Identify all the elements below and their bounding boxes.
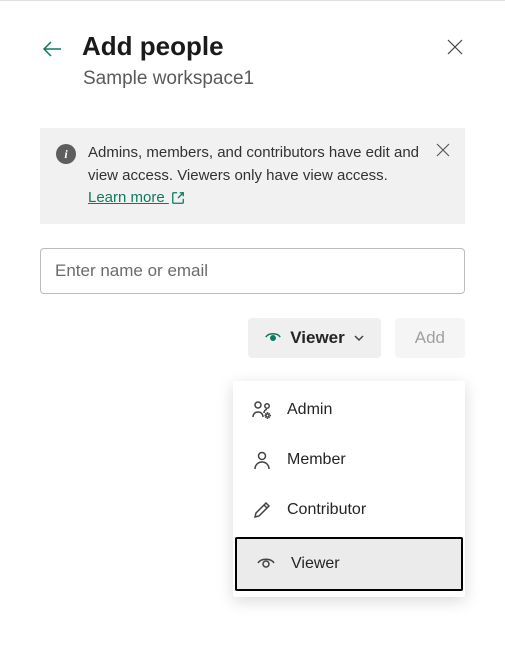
role-dropdown-menu: Admin Member Contributor Viewer (233, 381, 465, 597)
role-option-viewer[interactable]: Viewer (235, 537, 463, 591)
dismiss-banner-icon[interactable] (435, 142, 451, 158)
info-icon: i (56, 144, 76, 164)
role-dropdown-button[interactable]: Viewer (248, 318, 381, 358)
contributor-icon (251, 499, 273, 521)
role-option-label: Member (287, 451, 346, 469)
role-option-member[interactable]: Member (233, 435, 465, 485)
add-button-label: Add (415, 328, 445, 347)
chevron-down-icon (353, 332, 365, 344)
role-option-label: Contributor (287, 501, 366, 519)
add-button[interactable]: Add (395, 318, 465, 358)
action-row: Viewer Add (40, 318, 465, 358)
info-message: Admins, members, and contributors have e… (88, 144, 419, 184)
role-selected-label: Viewer (290, 328, 345, 348)
admin-icon (251, 399, 273, 421)
info-text: Admins, members, and contributors have e… (88, 142, 449, 210)
role-option-contributor[interactable]: Contributor (233, 485, 465, 535)
dialog-header: Add people (40, 31, 465, 62)
workspace-subtitle: Sample workspace1 (83, 68, 465, 90)
learn-more-text: Learn more (88, 189, 169, 206)
external-link-icon (171, 191, 185, 205)
role-option-label: Viewer (291, 555, 340, 573)
close-icon[interactable] (445, 37, 465, 57)
info-banner: i Admins, members, and contributors have… (40, 128, 465, 224)
learn-more-link[interactable]: Learn more (88, 189, 185, 206)
back-arrow-icon[interactable] (40, 33, 64, 61)
name-email-input[interactable] (40, 248, 465, 294)
member-icon (251, 449, 273, 471)
viewer-eye-icon (264, 329, 282, 347)
dialog-title: Add people (82, 31, 224, 62)
role-option-label: Admin (287, 401, 332, 419)
viewer-icon (255, 553, 277, 575)
role-option-admin[interactable]: Admin (233, 385, 465, 435)
